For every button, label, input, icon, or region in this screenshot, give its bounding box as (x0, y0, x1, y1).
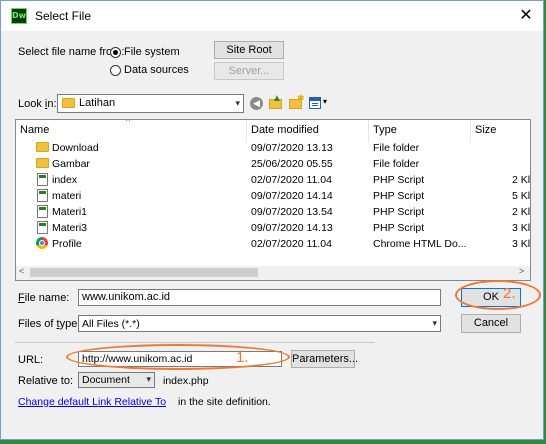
file-row[interactable]: Materi3 09/07/2020 14.13 PHP Script 3 Kl (16, 220, 530, 236)
relative-to-label: Relative to: (18, 375, 74, 387)
files-of-type-label: Files of type: (18, 318, 81, 330)
view-menu-icon[interactable] (309, 97, 321, 109)
sort-ascending-icon: ^ (126, 119, 131, 126)
data-sources-radio[interactable] (110, 65, 121, 76)
select-file-dialog: Dw Select File ✕ Select file name from: … (0, 0, 544, 440)
select-from-label: Select file name from: (18, 46, 125, 58)
up-folder-icon[interactable]: ▲ (269, 93, 282, 110)
file-type: PHP Script (373, 222, 425, 234)
file-system-radio-label[interactable]: File system (124, 46, 180, 58)
parameters-button[interactable]: Parameters... (291, 350, 358, 368)
look-in-dropdown[interactable]: Latihan ▾ (57, 94, 244, 113)
look-in-value: Latihan (79, 97, 116, 109)
file-type: File folder (373, 142, 420, 154)
file-name: Materi3 (52, 222, 88, 234)
dreamweaver-app-icon: Dw (11, 8, 27, 24)
file-row[interactable]: Gambar 25/06/2020 05.55 File folder (16, 156, 530, 172)
file-list-header: Name ^ Date modified Type Size (16, 120, 530, 142)
file-row[interactable]: Download 09/07/2020 13.13 File folder (16, 140, 530, 156)
php-file-icon (37, 173, 48, 186)
annotation-step-1: 1. (236, 349, 249, 366)
annotation-oval-url (66, 344, 290, 370)
chevron-down-icon: ▾ (146, 374, 151, 384)
change-default-link[interactable]: Change default Link Relative To (18, 396, 166, 408)
column-header-date-modified[interactable]: Date modified (251, 124, 319, 136)
column-header-size[interactable]: Size (475, 124, 496, 136)
dialog-title: Select File (35, 9, 92, 23)
column-header-type[interactable]: Type (373, 124, 397, 136)
php-file-icon (37, 221, 48, 234)
url-label: URL: (18, 354, 44, 366)
file-type: PHP Script (373, 206, 425, 218)
file-date: 25/06/2020 05.55 (251, 158, 333, 170)
file-row[interactable]: Materi1 09/07/2020 13.54 PHP Script 2 Kl (16, 204, 530, 220)
file-type: Chrome HTML Do... (373, 238, 467, 250)
column-header-name[interactable]: Name (20, 124, 49, 136)
file-name: Profile (52, 238, 82, 250)
folder-icon (36, 142, 49, 152)
back-icon[interactable]: ◀ (250, 97, 263, 110)
look-in-label: Look in: (18, 98, 57, 110)
chevron-down-icon: ▾ (235, 98, 240, 108)
data-sources-radio-label[interactable]: Data sources (124, 64, 189, 76)
file-name: index (52, 174, 78, 186)
file-size: 3 Kl (512, 238, 531, 250)
title-bar: Dw Select File ✕ (1, 1, 543, 31)
horizontal-scrollbar[interactable]: < > (16, 266, 530, 280)
file-date: 09/07/2020 14.13 (251, 222, 333, 234)
file-system-radio[interactable] (110, 47, 121, 58)
file-list[interactable]: Name ^ Date modified Type Size Download … (15, 119, 531, 281)
file-row[interactable]: materi 09/07/2020 14.14 PHP Script 5 Kl (16, 188, 530, 204)
file-date: 09/07/2020 13.13 (251, 142, 333, 154)
view-menu-chevron-icon[interactable]: ▾ (323, 97, 327, 106)
php-file-icon (37, 189, 48, 202)
divider (15, 342, 375, 343)
annotation-step-2: 2. (503, 285, 516, 302)
file-name-label: File name: (18, 292, 70, 304)
file-size: 3 Kl (512, 222, 531, 234)
file-type: File folder (373, 158, 420, 170)
file-name-input[interactable]: www.unikom.ac.id (78, 289, 441, 306)
file-date: 09/07/2020 14.14 (251, 190, 333, 202)
relative-to-value: Document (82, 374, 130, 386)
file-type: PHP Script (373, 190, 425, 202)
file-date: 02/07/2020 11.04 (251, 238, 332, 250)
file-name: Download (52, 142, 99, 154)
file-size: 5 Kl (512, 190, 531, 202)
footer-text: in the site definition. (178, 396, 271, 408)
files-of-type-dropdown[interactable]: All Files (*.*) ▾ (78, 315, 441, 332)
cancel-button[interactable]: Cancel (461, 314, 521, 333)
file-date: 09/07/2020 13.54 (251, 206, 333, 218)
site-root-button[interactable]: Site Root (214, 41, 284, 59)
relative-to-dropdown[interactable]: Document ▾ (78, 372, 155, 388)
scroll-right-icon[interactable]: > (519, 266, 524, 276)
close-icon[interactable]: ✕ (515, 6, 537, 26)
file-name: Materi1 (52, 206, 88, 218)
annotation-oval-ok (455, 280, 541, 310)
file-row[interactable]: index 02/07/2020 11.04 PHP Script 2 Kl (16, 172, 530, 188)
relative-file-name: index.php (163, 375, 209, 387)
folder-icon (36, 158, 49, 168)
file-name: materi (52, 190, 82, 202)
scrollbar-thumb[interactable] (30, 268, 258, 277)
file-name: Gambar (52, 158, 90, 170)
php-file-icon (37, 205, 48, 218)
files-of-type-value: All Files (*.*) (82, 318, 140, 330)
chrome-icon (36, 237, 48, 249)
scroll-left-icon[interactable]: < (19, 266, 24, 276)
folder-icon (62, 98, 75, 108)
file-type: PHP Script (373, 174, 425, 186)
server-button[interactable]: Server... (214, 62, 284, 80)
file-date: 02/07/2020 11.04 (251, 174, 332, 186)
file-row[interactable]: Profile 02/07/2020 11.04 Chrome HTML Do.… (16, 236, 530, 252)
file-size: 2 Kl (512, 206, 531, 218)
file-size: 2 Kl (512, 174, 531, 186)
chevron-down-icon: ▾ (432, 318, 437, 328)
new-folder-icon[interactable]: ✱ (289, 93, 305, 109)
